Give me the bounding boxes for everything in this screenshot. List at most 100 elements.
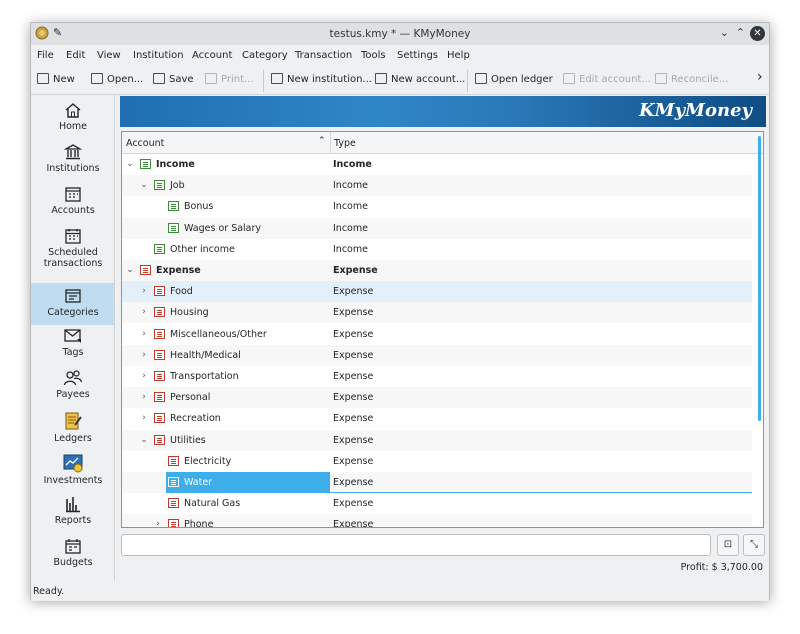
menu-help[interactable]: Help bbox=[447, 50, 470, 61]
fit-columns-button[interactable]: ⊡ bbox=[717, 534, 739, 556]
print-button[interactable]: Print... bbox=[205, 73, 254, 85]
tree-header: Account ⌃ Type bbox=[122, 132, 763, 154]
menu-file[interactable]: File bbox=[37, 50, 54, 61]
menu-account[interactable]: Account bbox=[192, 50, 232, 61]
category-name: Housing bbox=[170, 307, 209, 319]
column-header-type[interactable]: Type bbox=[334, 138, 356, 149]
sidebar-item-home[interactable]: Home bbox=[31, 101, 114, 141]
close-button[interactable]: ✕ bbox=[750, 26, 765, 41]
column-header-account[interactable]: Account bbox=[126, 138, 164, 149]
chevron-right-icon[interactable]: › bbox=[139, 329, 149, 339]
menu-settings[interactable]: Settings bbox=[397, 50, 438, 61]
banner-logo: KMyMoney bbox=[639, 100, 752, 121]
category-name: Expense bbox=[156, 265, 201, 276]
chevron-right-icon[interactable]: › bbox=[139, 286, 149, 296]
tree-row[interactable]: Bonus Income bbox=[122, 196, 752, 217]
sort-ascending-icon: ⌃ bbox=[318, 136, 326, 146]
sidebar-item-institutions[interactable]: Institutions bbox=[31, 143, 114, 183]
tree-row[interactable]: › Housing Expense bbox=[122, 302, 752, 324]
chevron-right-icon[interactable]: › bbox=[153, 519, 163, 527]
open-ledger-button[interactable]: Open ledger bbox=[475, 73, 553, 85]
menu-edit[interactable]: Edit bbox=[66, 50, 85, 61]
ledger-icon bbox=[65, 412, 82, 430]
menu-view[interactable]: View bbox=[97, 50, 121, 61]
tree-row[interactable]: › Miscellaneous/Other Expense bbox=[122, 324, 752, 345]
save-icon bbox=[153, 73, 165, 84]
sidebar-item-payees[interactable]: Payees bbox=[31, 369, 114, 409]
reconcile-button[interactable]: Reconcile... bbox=[655, 73, 728, 85]
header-divider bbox=[330, 132, 331, 154]
sidebar-item-tags[interactable]: Tags bbox=[31, 327, 114, 367]
search-input[interactable] bbox=[121, 534, 711, 556]
tree-row[interactable]: › Health/Medical Expense bbox=[122, 344, 752, 366]
save-button[interactable]: Save bbox=[153, 73, 194, 85]
new-button[interactable]: New bbox=[37, 73, 75, 85]
institution-icon bbox=[271, 73, 283, 84]
category-type: Expense bbox=[333, 328, 374, 340]
chevron-right-icon[interactable]: › bbox=[139, 371, 149, 381]
vertical-scrollbar[interactable] bbox=[758, 136, 761, 421]
accounts-icon bbox=[65, 187, 81, 202]
tree-row[interactable]: Other income Income bbox=[122, 239, 752, 260]
new-institution-button[interactable]: New institution... bbox=[271, 73, 372, 85]
tree-row[interactable]: ⌄ Job Income bbox=[122, 175, 752, 197]
chevron-down-icon[interactable]: ⌄ bbox=[139, 180, 149, 190]
maximize-button[interactable]: ⌃ bbox=[736, 26, 745, 39]
chevron-right-icon[interactable]: › bbox=[139, 392, 149, 402]
category-type: Income bbox=[333, 201, 368, 213]
tree-row[interactable]: Natural Gas Expense bbox=[122, 493, 752, 514]
tree-row[interactable]: › Recreation Expense bbox=[122, 408, 752, 429]
tree-row[interactable]: Wages or Salary Income bbox=[122, 217, 752, 239]
chevron-right-icon[interactable]: › bbox=[139, 350, 149, 360]
categories-tree[interactable]: Account ⌃ Type ⌄ Income Income ⌄ Job Income Bo… bbox=[121, 131, 764, 528]
minimize-button[interactable]: ⌄ bbox=[720, 26, 729, 39]
chevron-down-icon[interactable]: ⌄ bbox=[125, 265, 135, 275]
sidebar-item-investments[interactable]: Investments bbox=[31, 453, 114, 493]
tag-icon bbox=[64, 329, 81, 343]
tree-row[interactable]: Water Expense bbox=[122, 472, 752, 493]
open-button[interactable]: Open... bbox=[91, 73, 143, 85]
category-type: Expense bbox=[333, 371, 374, 382]
status-text: Ready. bbox=[33, 586, 65, 597]
chevron-down-icon[interactable]: ⌄ bbox=[125, 159, 135, 169]
toolbar-overflow-button[interactable]: › bbox=[757, 69, 763, 85]
menu-category[interactable]: Category bbox=[242, 50, 288, 61]
menu-institution[interactable]: Institution bbox=[133, 50, 184, 61]
tree-row[interactable]: › Transportation Expense bbox=[122, 366, 752, 387]
tree-row[interactable]: › Personal Expense bbox=[122, 387, 752, 409]
reports-icon bbox=[66, 497, 80, 513]
edit-account-button[interactable]: Edit account... bbox=[563, 73, 651, 85]
tree-row[interactable]: › Phone Expense bbox=[122, 514, 752, 528]
chevron-right-icon[interactable]: › bbox=[139, 413, 149, 423]
sidebar-item-ledgers[interactable]: Ledgers bbox=[31, 411, 114, 451]
sidebar-item-accounts[interactable]: Accounts bbox=[31, 185, 114, 225]
category-name: Phone bbox=[184, 519, 214, 528]
tree-row[interactable]: ⌄ Income Income bbox=[122, 154, 752, 175]
category-type: Expense bbox=[333, 519, 374, 528]
tree-row[interactable]: ⌄ Expense Expense bbox=[122, 260, 752, 281]
tree-row[interactable]: ⌄ Utilities Expense bbox=[122, 429, 752, 451]
sidebar-item-scheduled-transactions[interactable]: Scheduled transactions bbox=[31, 227, 114, 281]
menu-transaction[interactable]: Transaction bbox=[295, 50, 352, 61]
chevron-down-icon[interactable]: ⌄ bbox=[139, 435, 149, 445]
sidebar-item-reports[interactable]: Reports bbox=[31, 495, 114, 535]
chevron-right-icon[interactable]: › bbox=[139, 307, 149, 317]
category-name: Transportation bbox=[170, 371, 239, 382]
income-category-icon bbox=[168, 201, 179, 212]
window-title: testus.kmy * — KMyMoney bbox=[329, 28, 471, 40]
tree-row[interactable]: › Food Expense bbox=[122, 281, 752, 303]
category-type: Income bbox=[333, 243, 368, 255]
expense-category-icon bbox=[154, 328, 165, 339]
tree-row[interactable]: Electricity Expense bbox=[122, 451, 752, 472]
sidebar-item-categories[interactable]: Categories bbox=[31, 283, 114, 325]
sidebar-item-budgets[interactable]: Budgets bbox=[31, 537, 114, 577]
menu-tools[interactable]: Tools bbox=[361, 50, 386, 61]
expense-category-icon bbox=[168, 498, 179, 509]
app-window: ✎ testus.kmy * — KMyMoney ⌄ ⌃ ✕ File Edi… bbox=[30, 22, 770, 601]
collapse-all-button[interactable]: ⤡ bbox=[743, 534, 765, 556]
category-type: Income bbox=[333, 180, 368, 192]
new-account-button[interactable]: New account... bbox=[375, 73, 465, 85]
category-name: Health/Medical bbox=[170, 349, 241, 361]
expense-category-icon bbox=[154, 371, 165, 381]
profit-label: Profit: $ 3,700.00 bbox=[680, 562, 763, 573]
